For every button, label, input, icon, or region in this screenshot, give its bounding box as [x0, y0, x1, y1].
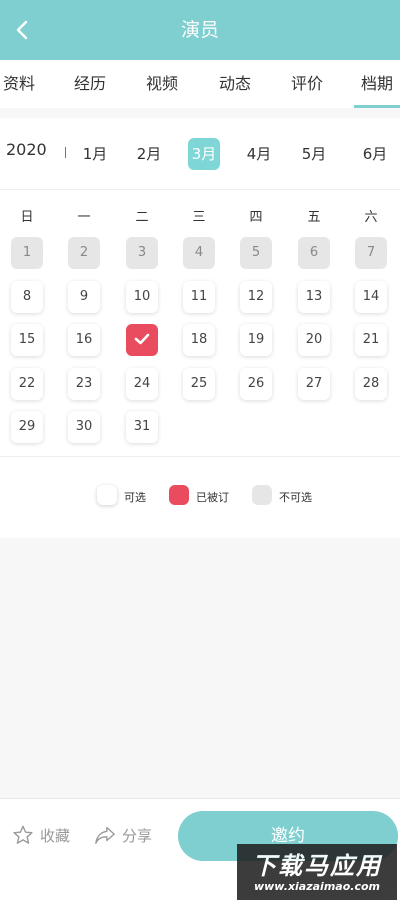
day-cell[interactable]: 26 [240, 368, 272, 400]
tab-label: 评价 [290, 74, 323, 93]
share-icon [95, 826, 115, 844]
checkmark-icon [134, 333, 150, 345]
day-cell[interactable]: 31 [126, 411, 158, 443]
day-cell[interactable]: 29 [11, 411, 43, 443]
day-cell: 2 [68, 237, 100, 269]
year-label: 2020 [6, 140, 47, 159]
legend-available-label: 可选 [124, 491, 146, 504]
tab-bar: 资料 经历 视频 动态 评价 档期 [0, 60, 400, 108]
month-5[interactable]: 5月 [298, 138, 330, 170]
schedule-calendar: 2020 1月 2月 3月 4月 5月 6月 日 一 二 三 四 五 六 1 2… [0, 118, 400, 538]
day-cell[interactable]: 19 [240, 324, 272, 356]
share-button[interactable]: 分享 [94, 821, 152, 849]
tab-active-indicator [354, 105, 400, 108]
day-cell: 5 [240, 237, 272, 269]
weekday-sat: 六 [364, 210, 378, 225]
legend-available-swatch [97, 485, 117, 505]
day-cell[interactable]: 9 [68, 281, 100, 313]
day-cell-booked[interactable] [126, 324, 158, 356]
watermark-title: 下载马应用 [252, 852, 382, 880]
day-cell[interactable]: 18 [183, 324, 215, 356]
month-3[interactable]: 3月 [188, 138, 220, 170]
legend-unavailable-label: 不可选 [279, 491, 312, 504]
day-cell: 4 [183, 237, 215, 269]
tab-label: 经历 [73, 74, 106, 93]
day-cell[interactable]: 14 [355, 281, 387, 313]
tab-label: 视频 [145, 74, 178, 93]
day-cell[interactable]: 25 [183, 368, 215, 400]
month-2[interactable]: 2月 [133, 138, 165, 170]
tab-profile[interactable]: 资料 [0, 60, 40, 108]
day-cell: 1 [11, 237, 43, 269]
header: 演员 [0, 0, 400, 60]
day-cell[interactable]: 21 [355, 324, 387, 356]
day-cell[interactable]: 27 [298, 368, 330, 400]
tab-experience[interactable]: 经历 [70, 60, 110, 108]
day-cell[interactable]: 22 [11, 368, 43, 400]
day-cell: 7 [355, 237, 387, 269]
day-cell[interactable]: 28 [355, 368, 387, 400]
tab-activity[interactable]: 动态 [215, 60, 255, 108]
day-cell[interactable]: 8 [11, 281, 43, 313]
month-4[interactable]: 4月 [243, 138, 275, 170]
day-cell[interactable]: 24 [126, 368, 158, 400]
day-cell: 6 [298, 237, 330, 269]
watermark-logo: 下载马应用 www.xiazaimao.com [237, 844, 397, 900]
day-cell[interactable]: 15 [11, 324, 43, 356]
tab-label: 动态 [218, 74, 251, 93]
day-cell[interactable]: 20 [298, 324, 330, 356]
legend-booked-label: 已被订 [196, 491, 229, 504]
page-title: 演员 [180, 19, 219, 41]
day-cell[interactable]: 11 [183, 281, 215, 313]
weekday-fri: 五 [307, 210, 321, 225]
legend-booked-swatch [169, 485, 189, 505]
star-icon [13, 825, 33, 844]
divider [0, 189, 400, 190]
tab-video[interactable]: 视频 [142, 60, 182, 108]
day-cell[interactable]: 30 [68, 411, 100, 443]
weekday-mon: 一 [77, 210, 91, 225]
divider [65, 147, 66, 158]
weekday-wed: 三 [192, 210, 206, 225]
watermark-url: www.xiazaimao.com [253, 880, 380, 893]
tab-reviews[interactable]: 评价 [287, 60, 327, 108]
day-cell[interactable]: 16 [68, 324, 100, 356]
day-cell[interactable]: 10 [126, 281, 158, 313]
legend-unavailable-swatch [252, 485, 272, 505]
favorite-button[interactable]: 收藏 [12, 821, 70, 849]
favorite-label: 收藏 [40, 826, 71, 845]
day-cell[interactable]: 23 [68, 368, 100, 400]
tab-schedule[interactable]: 档期 [354, 60, 400, 108]
tab-label: 资料 [2, 74, 35, 93]
day-cell: 3 [126, 237, 158, 269]
weekday-tue: 二 [135, 210, 149, 225]
tab-label: 档期 [360, 74, 393, 93]
divider [0, 456, 400, 457]
month-6[interactable]: 6月 [359, 138, 391, 170]
day-cell[interactable]: 12 [240, 281, 272, 313]
weekday-thu: 四 [249, 210, 263, 225]
weekday-sun: 日 [20, 210, 34, 225]
month-1[interactable]: 1月 [79, 138, 111, 170]
day-cell[interactable]: 13 [298, 281, 330, 313]
share-label: 分享 [122, 826, 153, 845]
